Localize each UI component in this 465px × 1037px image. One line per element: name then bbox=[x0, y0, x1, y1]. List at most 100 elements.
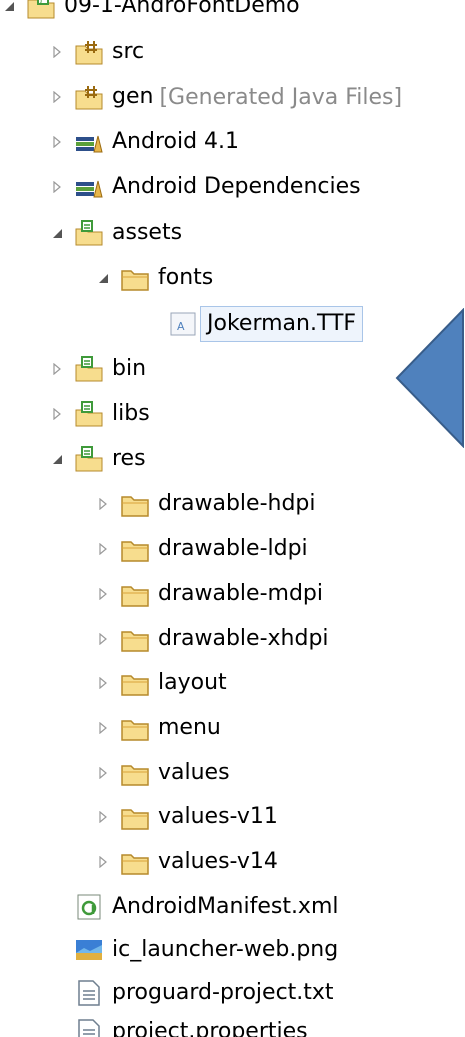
collapsed-arrow-icon[interactable] bbox=[94, 706, 112, 750]
tree-item-label: menu bbox=[158, 715, 221, 740]
left-pointing-arrow-icon bbox=[395, 308, 464, 448]
tree-item-label: AndroidManifest.xml bbox=[112, 894, 339, 919]
tree-item-label: project.properties bbox=[112, 1019, 308, 1037]
tree-item-09-1-androfontdemo[interactable]: J 09-1-AndroFontDemo bbox=[0, 0, 300, 28]
tree-item-drawable-mdpi[interactable]: drawable-mdpi bbox=[94, 572, 323, 616]
folder-icon bbox=[120, 490, 150, 518]
svg-text:J: J bbox=[39, 0, 42, 4]
collapsed-arrow-icon[interactable] bbox=[94, 840, 112, 884]
tree-item-label: layout bbox=[158, 670, 227, 695]
tree-item-label: ic_launcher-web.png bbox=[112, 937, 339, 962]
collapsed-arrow-icon[interactable] bbox=[94, 482, 112, 526]
collapsed-arrow-icon[interactable] bbox=[48, 30, 66, 74]
tree-item-proguard-project-txt[interactable]: proguard-project.txt bbox=[48, 971, 334, 1015]
collapsed-arrow-icon[interactable] bbox=[48, 392, 66, 436]
tree-item-res[interactable]: res bbox=[48, 437, 146, 481]
tree-item-label: libs bbox=[112, 401, 150, 426]
tree-item-values-v11[interactable]: values-v11 bbox=[94, 795, 278, 839]
library-icon bbox=[74, 128, 104, 156]
package-folder-icon bbox=[74, 400, 104, 428]
tree-item-assets[interactable]: assets bbox=[48, 211, 182, 255]
tree-item-jokerman-ttf[interactable]: A Jokerman.TTF bbox=[142, 302, 364, 346]
tree-item-label: res bbox=[112, 446, 146, 471]
font-file-icon: A bbox=[168, 310, 198, 338]
expanded-arrow-icon[interactable] bbox=[94, 256, 112, 300]
collapsed-arrow-icon[interactable] bbox=[48, 165, 66, 209]
folder-icon bbox=[120, 848, 150, 876]
source-folder-icon bbox=[74, 83, 104, 111]
package-folder-icon bbox=[74, 445, 104, 473]
package-explorer-tree: J 09-1-AndroFontDemo src gen[Generated Java… bbox=[0, 0, 465, 1037]
tree-item-label: fonts bbox=[158, 265, 214, 290]
tree-item-values[interactable]: values bbox=[94, 751, 230, 795]
tree-item-android-4-1[interactable]: Android 4.1 bbox=[48, 120, 239, 164]
tree-item-label: proguard-project.txt bbox=[112, 980, 334, 1005]
tree-item-label: drawable-xhdpi bbox=[158, 626, 329, 651]
collapsed-arrow-icon[interactable] bbox=[94, 527, 112, 571]
tree-item-android-dependencies[interactable]: Android Dependencies bbox=[48, 165, 361, 209]
tree-item-label: gen bbox=[112, 84, 154, 109]
folder-icon bbox=[120, 535, 150, 563]
tree-item-label: values-v11 bbox=[158, 804, 278, 829]
tree-item-menu[interactable]: menu bbox=[94, 706, 221, 750]
package-folder-icon bbox=[74, 355, 104, 383]
tree-item-label: drawable-mdpi bbox=[158, 581, 323, 606]
tree-item-label: assets bbox=[112, 220, 183, 245]
source-folder-icon bbox=[74, 38, 104, 66]
tree-item-label: Jokerman.TTF bbox=[200, 306, 364, 342]
package-folder-icon bbox=[74, 219, 104, 247]
collapsed-arrow-icon[interactable] bbox=[94, 617, 112, 661]
svg-text:A: A bbox=[177, 320, 185, 333]
tree-item-fonts[interactable]: fonts bbox=[94, 256, 213, 300]
tree-item-values-v14[interactable]: values-v14 bbox=[94, 840, 278, 884]
tree-item-label: 09-1-AndroFontDemo bbox=[64, 0, 300, 18]
library-icon bbox=[74, 173, 104, 201]
collapsed-arrow-icon[interactable] bbox=[94, 572, 112, 616]
tree-item-label: src bbox=[112, 39, 145, 64]
tree-item-label: Android 4.1 bbox=[112, 129, 240, 154]
folder-icon bbox=[120, 759, 150, 787]
tree-item-layout[interactable]: layout bbox=[94, 661, 227, 705]
tree-item-label: drawable-hdpi bbox=[158, 491, 316, 516]
tree-item-bin[interactable]: bin bbox=[48, 347, 146, 391]
tree-item-src[interactable]: src bbox=[48, 30, 144, 74]
tree-item-androidmanifest-xml[interactable]: AndroidManifest.xml bbox=[48, 885, 339, 929]
tree-item-project-properties[interactable]: project.properties bbox=[48, 1010, 308, 1037]
collapsed-arrow-icon[interactable] bbox=[94, 795, 112, 839]
folder-icon bbox=[120, 669, 150, 697]
tree-item-drawable-xhdpi[interactable]: drawable-xhdpi bbox=[94, 617, 329, 661]
image-file-icon bbox=[74, 936, 104, 964]
android-xml-icon bbox=[74, 893, 104, 921]
folder-icon bbox=[120, 625, 150, 653]
tree-item-drawable-hdpi[interactable]: drawable-hdpi bbox=[94, 482, 316, 526]
collapsed-arrow-icon[interactable] bbox=[48, 120, 66, 164]
tree-item-label: drawable-ldpi bbox=[158, 536, 308, 561]
collapsed-arrow-icon[interactable] bbox=[94, 751, 112, 795]
collapsed-arrow-icon[interactable] bbox=[48, 75, 66, 119]
tree-item-label: Android Dependencies bbox=[112, 174, 361, 199]
collapsed-arrow-icon[interactable] bbox=[48, 347, 66, 391]
folder-icon bbox=[120, 803, 150, 831]
tree-item-libs[interactable]: libs bbox=[48, 392, 150, 436]
expanded-arrow-icon[interactable] bbox=[48, 437, 66, 481]
folder-icon bbox=[120, 714, 150, 742]
folder-icon bbox=[120, 264, 150, 292]
collapsed-arrow-icon[interactable] bbox=[94, 661, 112, 705]
project-icon: J bbox=[26, 0, 56, 20]
tree-item-label: values-v14 bbox=[158, 849, 278, 874]
tree-item-decoration: [Generated Java Files] bbox=[159, 84, 403, 110]
expanded-arrow-icon[interactable] bbox=[48, 211, 66, 255]
expanded-arrow-icon[interactable] bbox=[0, 0, 18, 28]
tree-item-ic-launcher-web-png[interactable]: ic_launcher-web.png bbox=[48, 928, 338, 972]
tree-item-label: values bbox=[158, 760, 230, 785]
text-file-icon bbox=[74, 979, 104, 1007]
tree-item-drawable-ldpi[interactable]: drawable-ldpi bbox=[94, 527, 308, 571]
text-file-icon bbox=[74, 1018, 104, 1037]
folder-icon bbox=[120, 580, 150, 608]
tree-item-gen[interactable]: gen [Generated Java Files] bbox=[48, 75, 402, 119]
